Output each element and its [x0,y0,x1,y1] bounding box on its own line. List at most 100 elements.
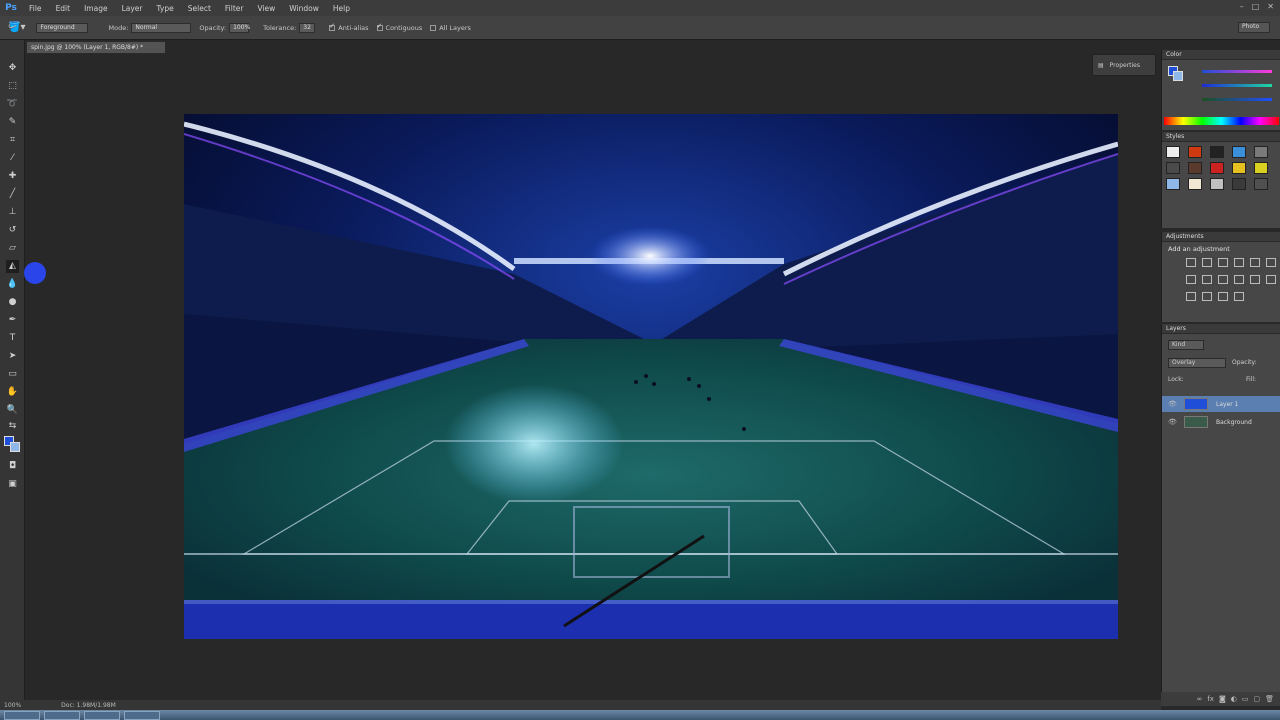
color-swap-icon[interactable]: ⇆ [6,420,19,433]
style-swatch[interactable] [1254,178,1268,190]
style-swatch[interactable] [1232,162,1246,174]
properties-panel-button[interactable]: ▤ Properties [1092,54,1156,76]
blur-tool-icon[interactable]: 💧 [6,278,19,291]
blend-mode-select[interactable]: Overlay [1168,358,1226,368]
posterize-icon[interactable] [1186,292,1196,301]
link-layers-icon[interactable]: ∞ [1197,695,1203,703]
invert-icon[interactable] [1266,275,1276,284]
color-tab[interactable]: Color [1162,50,1280,60]
new-layer-icon[interactable]: ▢ [1253,695,1260,703]
style-swatch[interactable] [1232,178,1246,190]
pen-tool-icon[interactable]: ✒ [6,314,19,327]
maximize-icon[interactable]: □ [1252,2,1260,11]
red-slider[interactable] [1202,70,1272,73]
menu-layer[interactable]: Layer [115,4,150,13]
tolerance-input[interactable]: 32 [299,22,316,33]
add-mask-icon[interactable]: ◙ [1219,695,1226,703]
marquee-tool-icon[interactable]: ⬚ [6,80,19,93]
new-group-icon[interactable]: ▭ [1242,695,1249,703]
all-layers-group[interactable]: All Layers [430,24,471,32]
zoom-tool-icon[interactable]: 🔍 [6,404,19,417]
style-swatch[interactable] [1188,178,1202,190]
taskbar-button[interactable] [84,710,120,720]
levels-icon[interactable] [1202,258,1212,267]
blue-slider[interactable] [1202,98,1272,101]
menu-help[interactable]: Help [326,4,357,13]
color-panel-background-swatch[interactable] [1173,71,1183,81]
layers-tab[interactable]: Layers [1162,324,1280,334]
style-swatch[interactable] [1254,162,1268,174]
taskbar-button[interactable] [124,710,160,720]
background-color-swatch[interactable] [10,442,20,452]
menu-image[interactable]: Image [77,4,115,13]
dodge-tool-icon[interactable]: ● [6,296,19,309]
rectangle-tool-icon[interactable]: ▭ [6,368,19,381]
mode-select[interactable]: Normal [131,22,192,33]
hand-tool-icon[interactable]: ✋ [6,386,19,399]
type-tool-icon[interactable]: T [6,332,19,345]
opacity-input[interactable]: 100% [229,22,250,33]
threshold-icon[interactable] [1202,292,1212,301]
contiguous-group[interactable]: Contiguous [376,22,422,32]
taskbar-button[interactable] [44,710,80,720]
menu-edit[interactable]: Edit [49,4,78,13]
adjustments-tab[interactable]: Adjustments [1162,232,1280,242]
style-swatch[interactable] [1210,146,1224,158]
delete-layer-icon[interactable]: 🗑 [1265,695,1274,703]
eyedropper-tool-icon[interactable]: ⁄ [6,152,19,165]
close-icon[interactable]: ✕ [1267,2,1274,11]
color-balance-icon[interactable] [1186,275,1196,284]
style-swatch[interactable] [1166,146,1180,158]
crop-tool-icon[interactable]: ⌗ [6,134,19,147]
styles-tab[interactable]: Styles [1162,132,1280,142]
layer-row-background[interactable]: 👁 Background [1162,414,1280,430]
layer-row-layer-1[interactable]: 👁 Layer 1 [1162,396,1280,412]
exposure-icon[interactable] [1234,258,1244,267]
quick-select-tool-icon[interactable]: ✎ [6,116,19,129]
doc-info[interactable]: Doc: 1.98M/1.98M [61,702,116,709]
menu-file[interactable]: File [22,4,49,13]
gradient-map-icon[interactable] [1218,292,1228,301]
paint-bucket-preset-icon[interactable]: 🪣▾ [8,22,25,33]
photo-filter-icon[interactable] [1218,275,1228,284]
antialias-checkbox[interactable] [329,22,336,31]
menu-filter[interactable]: Filter [218,4,251,13]
menu-view[interactable]: View [250,4,282,13]
path-select-tool-icon[interactable]: ➤ [6,350,19,363]
style-swatch[interactable] [1232,146,1246,158]
menu-window[interactable]: Window [282,4,326,13]
document-tab[interactable]: spin.jpg @ 100% (Layer 1, RGB/8#) * [26,41,166,54]
vibrance-icon[interactable] [1250,258,1260,267]
brush-tool-icon[interactable]: ╱ [6,188,19,201]
black-white-icon[interactable] [1202,275,1212,284]
lasso-tool-icon[interactable]: ➰ [6,98,19,111]
curves-icon[interactable] [1218,258,1228,267]
eye-icon[interactable]: 👁 [1168,418,1178,426]
style-swatch[interactable] [1188,162,1202,174]
taskbar-button[interactable] [4,710,40,720]
menu-type[interactable]: Type [150,4,181,13]
layer-style-icon[interactable]: fx [1207,695,1214,703]
eraser-tool-icon[interactable]: ▱ [6,242,19,255]
workspace-select[interactable]: Photo [1238,22,1270,33]
color-spectrum[interactable] [1164,117,1279,125]
fill-source-select[interactable]: Foreground [36,22,89,33]
style-swatch[interactable] [1210,178,1224,190]
antialias-group[interactable]: Anti-alias [329,22,369,32]
screen-mode-icon[interactable]: ▣ [6,478,19,491]
document-canvas[interactable] [184,114,1118,639]
clone-stamp-tool-icon[interactable]: ⊥ [6,206,19,219]
channel-mixer-icon[interactable] [1234,275,1244,284]
menu-select[interactable]: Select [181,4,218,13]
green-slider[interactable] [1202,84,1272,87]
healing-brush-tool-icon[interactable]: ✚ [6,170,19,183]
move-tool-icon[interactable]: ✥ [6,62,19,75]
contiguous-checkbox[interactable] [376,22,383,31]
quick-mask-icon[interactable]: ◘ [6,460,19,473]
new-adjustment-icon[interactable]: ◐ [1231,695,1237,703]
style-swatch[interactable] [1210,162,1224,174]
hue-saturation-icon[interactable] [1266,258,1276,267]
color-lookup-icon[interactable] [1250,275,1260,284]
layer-filter-kind[interactable]: Kind [1168,340,1204,350]
paint-bucket-tool-icon[interactable]: ◭ [6,260,19,273]
